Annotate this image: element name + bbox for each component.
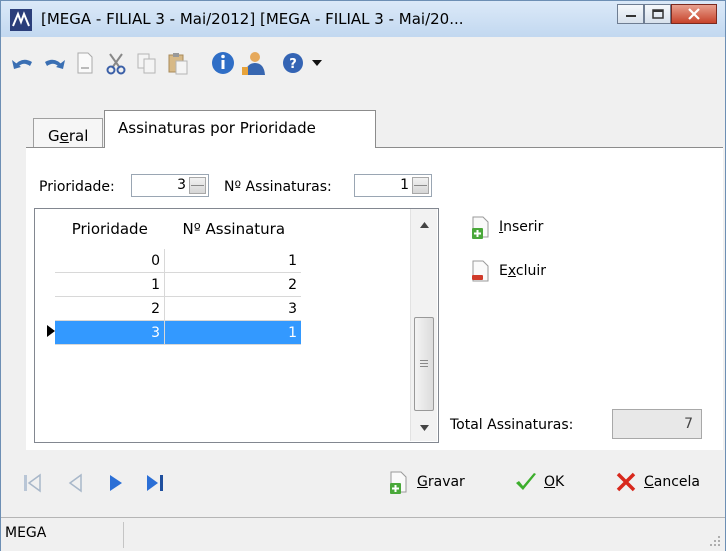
- user-icon: [242, 52, 265, 75]
- user-button[interactable]: [240, 49, 268, 77]
- new-document-icon: [77, 52, 93, 74]
- cell-assinatura[interactable]: 1: [164, 249, 301, 273]
- help-icon: ?: [283, 53, 303, 73]
- cell-prioridade[interactable]: 0: [55, 249, 165, 273]
- undo-icon: [12, 59, 32, 69]
- svg-text:?: ?: [289, 57, 297, 72]
- prioridade-value: 3: [177, 177, 186, 193]
- cell-assinatura[interactable]: 2: [164, 272, 301, 297]
- num-assinaturas-spin-buttons[interactable]: [412, 177, 429, 194]
- scroll-down-icon[interactable]: [420, 425, 429, 431]
- title-bar[interactable]: [MEGA - FILIAL 3 - Mai/2012] [MEGA - FIL…: [1, 1, 725, 37]
- close-button[interactable]: [671, 4, 717, 24]
- minimize-icon: [625, 15, 636, 17]
- delete-document-icon: [472, 260, 489, 282]
- help-dropdown-button[interactable]: [310, 49, 324, 77]
- tab-geral-label: Geral: [48, 127, 89, 145]
- copy-button[interactable]: [133, 49, 161, 77]
- gravar-button[interactable]: Gravar: [387, 470, 465, 494]
- cell-assinatura[interactable]: 1: [164, 320, 301, 345]
- redo-button[interactable]: [40, 49, 68, 77]
- undo-button[interactable]: [9, 49, 37, 77]
- previous-record-icon[interactable]: [64, 472, 88, 494]
- insert-document-icon: [472, 216, 489, 239]
- cut-icon: [106, 53, 126, 75]
- window-title: [MEGA - FILIAL 3 - Mai/2012] [MEGA - FIL…: [41, 10, 464, 28]
- first-record-icon[interactable]: [21, 472, 45, 494]
- info-icon: [212, 52, 234, 74]
- inserir-button[interactable]: Inserir: [469, 215, 543, 239]
- new-document-button[interactable]: [71, 49, 99, 77]
- app-logo-icon: [10, 9, 32, 31]
- checkmark-icon: [516, 473, 536, 490]
- prioridade-spin-buttons[interactable]: [189, 177, 206, 194]
- scrollbar-thumb[interactable]: [414, 317, 434, 411]
- info-button[interactable]: [209, 49, 237, 77]
- status-text: MEGA: [5, 525, 47, 541]
- cut-button[interactable]: [102, 49, 130, 77]
- tab-geral[interactable]: Geral: [33, 118, 103, 148]
- next-record-icon[interactable]: [104, 472, 128, 494]
- assinaturas-grid[interactable]: Prioridade Nº Assinatura 0 1 1 2 2 3 3 1: [34, 208, 439, 443]
- status-divider: [123, 522, 124, 548]
- table-row[interactable]: 1 2: [35, 272, 301, 297]
- grid-header-row: Prioridade Nº Assinatura: [35, 209, 301, 249]
- cancela-label: Cancela: [644, 474, 701, 490]
- grid-vertical-scrollbar[interactable]: [410, 209, 437, 441]
- cell-prioridade[interactable]: 1: [55, 272, 165, 297]
- redo-icon: [45, 59, 65, 69]
- num-assinaturas-label: Nº Assinaturas:: [224, 179, 332, 195]
- excluir-button[interactable]: Excluir: [469, 259, 546, 283]
- table-row[interactable]: 0 1: [35, 249, 301, 273]
- dropdown-arrow-icon: [312, 60, 322, 66]
- help-button[interactable]: ?: [279, 49, 307, 77]
- maximize-button[interactable]: [644, 4, 671, 24]
- paste-icon: [168, 53, 188, 75]
- grip-icon: [420, 360, 428, 367]
- tab-assinaturas-por-prioridade[interactable]: Assinaturas por Prioridade: [104, 110, 376, 148]
- paste-button[interactable]: [164, 49, 192, 77]
- num-assinaturas-spin-input[interactable]: 1: [354, 174, 432, 197]
- prioridade-label: Prioridade:: [39, 179, 115, 195]
- bottom-bar: Gravar OK Cancela: [1, 450, 725, 516]
- table-row-selected[interactable]: 3 1: [35, 320, 301, 345]
- copy-icon: [137, 53, 156, 74]
- total-assinaturas-field: 7: [612, 409, 702, 439]
- row-indicator-icon: [47, 324, 55, 337]
- gravar-label: Gravar: [417, 474, 465, 490]
- scroll-up-icon[interactable]: [420, 222, 429, 228]
- excluir-label: Excluir: [499, 263, 547, 279]
- num-assinaturas-value: 1: [400, 177, 409, 193]
- cell-prioridade[interactable]: 3: [55, 320, 165, 345]
- maximize-icon: [651, 9, 664, 19]
- cancel-x-icon: [616, 472, 636, 492]
- prioridade-spin-input[interactable]: 3: [131, 174, 209, 197]
- table-row[interactable]: 2 3: [35, 296, 301, 321]
- toolbar: ?: [1, 37, 725, 109]
- tab-assinaturas-label: Assinaturas por Prioridade: [118, 119, 316, 137]
- inserir-label: Inserir: [499, 219, 544, 235]
- cell-assinatura[interactable]: 3: [164, 296, 301, 321]
- cell-prioridade[interactable]: 2: [55, 296, 165, 321]
- last-record-icon[interactable]: [143, 472, 167, 494]
- status-bar: MEGA: [1, 517, 725, 551]
- total-assinaturas-label: Total Assinaturas:: [450, 417, 574, 433]
- resize-grip-icon[interactable]: [709, 535, 721, 547]
- column-header-assinatura[interactable]: Nº Assinatura: [165, 209, 302, 249]
- column-header-prioridade[interactable]: Prioridade: [55, 209, 165, 249]
- close-icon: [688, 8, 700, 20]
- minimize-button[interactable]: [617, 4, 644, 24]
- ok-label: OK: [544, 474, 565, 490]
- cancela-button[interactable]: Cancela: [614, 470, 700, 494]
- main-window: [MEGA - FILIAL 3 - Mai/2012] [MEGA - FIL…: [0, 0, 726, 551]
- save-document-icon: [390, 471, 407, 494]
- ok-button[interactable]: OK: [514, 470, 564, 494]
